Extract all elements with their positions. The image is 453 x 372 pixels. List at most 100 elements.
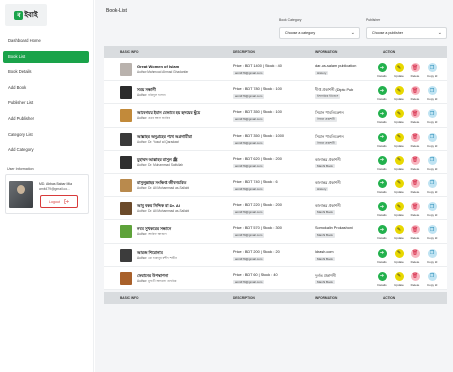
copy-id-button[interactable]: ❐ Copy Id (427, 86, 437, 101)
details-label: Details (377, 213, 387, 218)
details-label: Details (377, 236, 387, 241)
details-button[interactable]: ➔ Details (377, 271, 387, 287)
details-label: Details (377, 143, 387, 148)
copy-id-button[interactable]: ❐ Copy Id (427, 109, 437, 124)
book-category-badge: Manhi Book (315, 256, 335, 261)
copy-id-button[interactable]: ❐ Copy Id (427, 225, 437, 240)
copy-icon: ❐ (427, 248, 437, 258)
details-button[interactable]: ➔ Details (377, 202, 387, 217)
delete-button[interactable]: 🗑 Delete (410, 178, 420, 194)
arrow-right-icon: ➔ (377, 155, 387, 165)
book-publisher: দুর্লভ প্রকাশনী (315, 273, 336, 278)
details-label: Details (377, 259, 387, 264)
edit-icon: ✎ (394, 248, 404, 258)
details-button[interactable]: ➔ Details (377, 63, 387, 78)
logout-button[interactable]: Logout (40, 195, 78, 208)
details-label: Details (377, 166, 387, 171)
copy-id-button[interactable]: ❐ Copy Id (427, 248, 437, 264)
book-price-stock: Price : BDT 1400 | Stock : 40 (233, 64, 282, 68)
sidebar-item-add-category[interactable]: Add Category (3, 144, 89, 156)
publisher-select[interactable]: Choose a publisher ⌄ (366, 27, 447, 39)
delete-label: Delete (410, 282, 420, 287)
trash-icon: 🗑 (410, 63, 420, 72)
category-select[interactable]: Choose a category ⌄ (279, 27, 360, 39)
arrow-right-icon: ➔ (377, 86, 387, 96)
update-button[interactable]: ✎ Update (394, 178, 404, 194)
book-category-badge: সিয়ান প্রকাশনী (315, 140, 337, 145)
delete-button[interactable]: 🗑 Delete (410, 63, 420, 78)
sidebar-item-add-publisher[interactable]: Add Publisher (3, 113, 89, 125)
copy-id-button[interactable]: ❐ Copy Id (427, 271, 437, 287)
book-email-badge: amit479@gmail.com (233, 233, 265, 238)
book-cover (120, 132, 132, 146)
delete-label: Delete (410, 97, 420, 102)
copy-id-button[interactable]: ❐ Copy Id (427, 63, 437, 78)
arrow-right-icon: ➔ (377, 271, 387, 281)
book-price-stock: Price : BDT 620 | Stock : 200 (233, 156, 282, 161)
delete-label: Delete (410, 213, 420, 218)
delete-button[interactable]: 🗑 Delete (410, 132, 420, 148)
copy-id-button[interactable]: ❐ Copy Id (427, 178, 438, 194)
sidebar: ব ইবাই Dashboard Home Book List Book Det… (0, 0, 94, 372)
table-row: আরজ শিরোনাম Author: মো হারুনুর রশীদ শাহী… (104, 243, 447, 267)
copy-icon: ❐ (427, 225, 437, 235)
sidebar-item-book-details[interactable]: Book Details (3, 66, 89, 78)
trash-icon: 🗑 (410, 132, 420, 142)
update-button[interactable]: ✎ Update (394, 109, 404, 124)
logo-text: ইবাই (24, 12, 38, 19)
footer-information: INFORMATION (315, 295, 338, 300)
table-body: Great Women of Islam Author:Mahmood Ahma… (104, 58, 447, 290)
details-button[interactable]: ➔ Details (377, 248, 387, 264)
update-button[interactable]: ✎ Update (394, 225, 404, 240)
update-button[interactable]: ✎ Update (394, 155, 404, 171)
copy-id-button[interactable]: ❐ Copy Id (427, 202, 437, 217)
delete-button[interactable]: 🗑 Delete (410, 225, 420, 240)
edit-icon: ✎ (394, 109, 404, 119)
update-button[interactable]: ✎ Update (394, 248, 404, 264)
details-button[interactable]: ➔ Details (377, 109, 387, 124)
table-row: নবম সুখকরের সন্ধানে Author: আরিফ আজাদ Pr… (104, 220, 447, 244)
details-button[interactable]: ➔ Details (377, 225, 387, 240)
details-label: Details (377, 97, 387, 102)
delete-button[interactable]: 🗑 Delete (410, 86, 420, 101)
copy-icon: ❐ (427, 178, 437, 188)
sidebar-item-dashboard-home[interactable]: Dashboard Home (3, 35, 89, 47)
sidebar-item-category-list[interactable]: Category List (3, 129, 89, 141)
details-button[interactable]: ➔ Details (377, 178, 387, 194)
update-label: Update (394, 213, 404, 218)
publisher-filter-label: Publisher (366, 18, 381, 22)
table-row: ফেরানের উপস্থাপনা Author: মুফতী আহমাদ তা… (104, 266, 447, 290)
details-button[interactable]: ➔ Details (377, 155, 387, 171)
edit-icon: ✎ (394, 178, 404, 188)
book-cover (120, 225, 132, 239)
delete-button[interactable]: 🗑 Delete (410, 248, 420, 264)
book-email-badge: amit479@gmail.com (233, 140, 265, 145)
trash-icon: 🗑 (410, 178, 420, 188)
copy-id-button[interactable]: ❐ Copy Id (427, 155, 437, 171)
update-button[interactable]: ✎ Update (394, 271, 404, 287)
update-button[interactable]: ✎ Update (394, 86, 404, 101)
sidebar-item-publisher-list[interactable]: Publisher List (3, 97, 89, 109)
details-button[interactable]: ➔ Details (377, 132, 387, 148)
delete-button[interactable]: 🗑 Delete (410, 271, 420, 287)
sidebar-item-book-list[interactable]: Book List (3, 50, 89, 63)
sidebar-item-add-book[interactable]: Add Book (3, 82, 89, 94)
copy-id-label: Copy Id (427, 213, 438, 218)
logo-mark: ব (14, 10, 24, 20)
update-button[interactable]: ✎ Update (394, 63, 404, 78)
delete-button[interactable]: 🗑 Delete (410, 202, 420, 217)
arrow-right-icon: ➔ (377, 202, 387, 212)
book-email-badge: amit479@gmail.com (233, 117, 265, 122)
header-action: ACTION (383, 50, 396, 54)
details-button[interactable]: ➔ Details (377, 86, 387, 101)
book-table: BASIC INFO DESCRIPTION INFORMATION ACTIO… (104, 46, 447, 304)
delete-button[interactable]: 🗑 Delete (410, 155, 420, 171)
update-button[interactable]: ✎ Update (394, 132, 404, 148)
copy-id-button[interactable]: ❐ Copy Id (427, 132, 437, 148)
update-button[interactable]: ✎ Update (394, 202, 404, 217)
copy-icon: ❐ (427, 202, 437, 212)
delete-button[interactable]: 🗑 Delete (410, 109, 420, 124)
logo[interactable]: ব ইবাই (5, 4, 47, 26)
copy-id-label: Copy Id (427, 189, 438, 194)
book-email-badge: amit479@gmail.com (233, 163, 265, 169)
